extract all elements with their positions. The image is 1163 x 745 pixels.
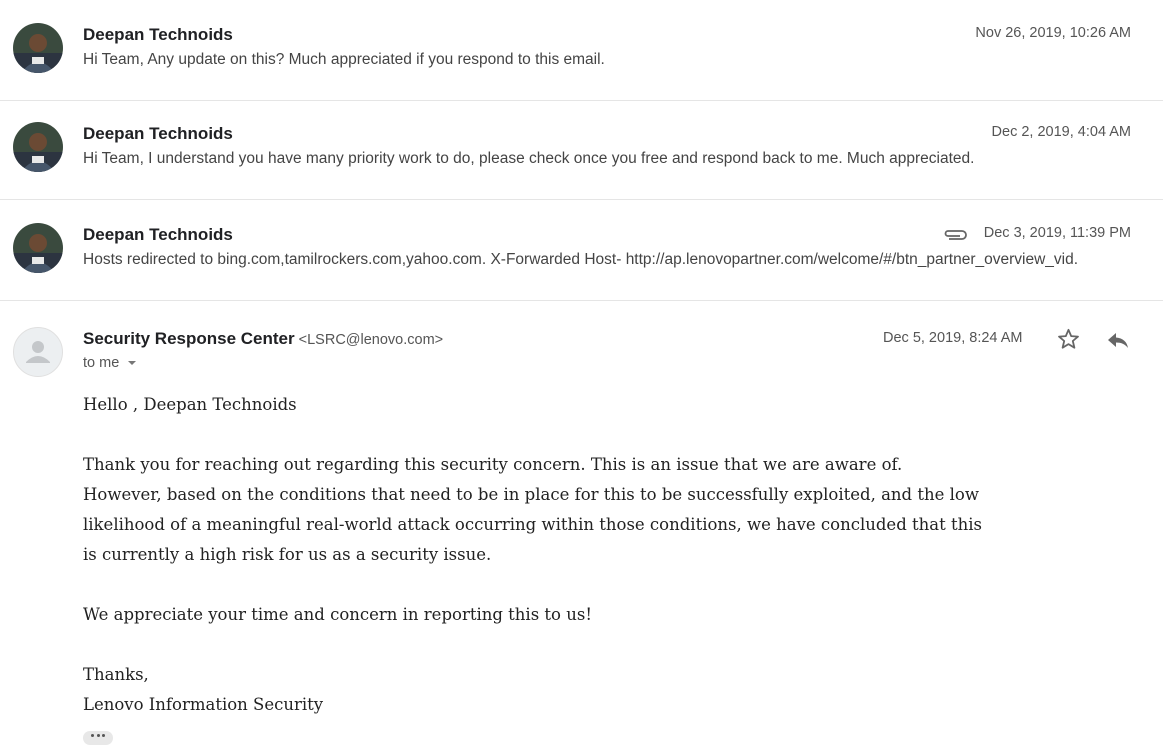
message-snippet: Hi Team, I understand you have many prio…	[83, 150, 975, 167]
sender-email: <LSRC@lenovo.com>	[298, 332, 444, 348]
star-icon[interactable]	[1157, 226, 1163, 240]
default-avatar-icon	[13, 327, 63, 377]
message-snippet: Hosts redirected to bing.com,tamilrocker…	[83, 251, 1079, 268]
body-line: is currently a high risk for us as a sec…	[83, 545, 492, 564]
sender-name: Deepan Technoids	[83, 124, 233, 143]
sender-name: Security Response Center	[83, 329, 295, 348]
paperclip-icon	[943, 228, 967, 247]
avatar	[13, 223, 63, 273]
message-body: Hello , Deepan Technoids Thank you for r…	[83, 390, 1163, 720]
signoff: Thanks,	[83, 665, 149, 684]
body-line: likelihood of a meaningful real-world at…	[83, 515, 982, 534]
open-message-sender: Security Response Center <LSRC@lenovo.com…	[83, 329, 443, 349]
recipient-details-toggle[interactable]: to me	[83, 355, 139, 371]
message-date: Nov 26, 2019, 10:26 AM	[975, 25, 1131, 41]
message-date: Dec 2, 2019, 4:04 AM	[991, 124, 1131, 140]
thread-message-3[interactable]: Deepan Technoids Hosts redirected to bin…	[0, 200, 1163, 301]
sender-name: Deepan Technoids	[83, 25, 233, 44]
star-icon[interactable]	[1056, 327, 1081, 356]
recipient-label: to me	[83, 355, 120, 371]
avatar	[13, 122, 63, 172]
message-snippet: Hi Team, Any update on this? Much apprec…	[83, 51, 605, 68]
more-icon[interactable]	[83, 731, 113, 745]
body-line: Thank you for reaching out regarding thi…	[83, 455, 903, 474]
message-date: Dec 3, 2019, 11:39 PM	[983, 225, 1131, 241]
chevron-down-icon	[123, 355, 139, 371]
sender-name: Deepan Technoids	[83, 225, 233, 244]
body-line: However, based on the conditions that ne…	[83, 485, 979, 504]
reply-icon[interactable]	[1106, 329, 1130, 356]
greeting: Hello , Deepan Technoids	[83, 395, 297, 414]
star-icon[interactable]	[1157, 26, 1163, 40]
message-date: Dec 5, 2019, 8:24 AM	[883, 330, 1023, 346]
body-paragraph: We appreciate your time and concern in r…	[83, 605, 592, 624]
thread-message-1[interactable]: Deepan Technoids Hi Team, Any update on …	[0, 0, 1163, 101]
thread-message-2[interactable]: Deepan Technoids Hi Team, I understand y…	[0, 99, 1163, 200]
signature: Lenovo Information Security	[83, 695, 324, 714]
star-icon[interactable]	[1157, 125, 1163, 139]
avatar	[13, 23, 63, 73]
